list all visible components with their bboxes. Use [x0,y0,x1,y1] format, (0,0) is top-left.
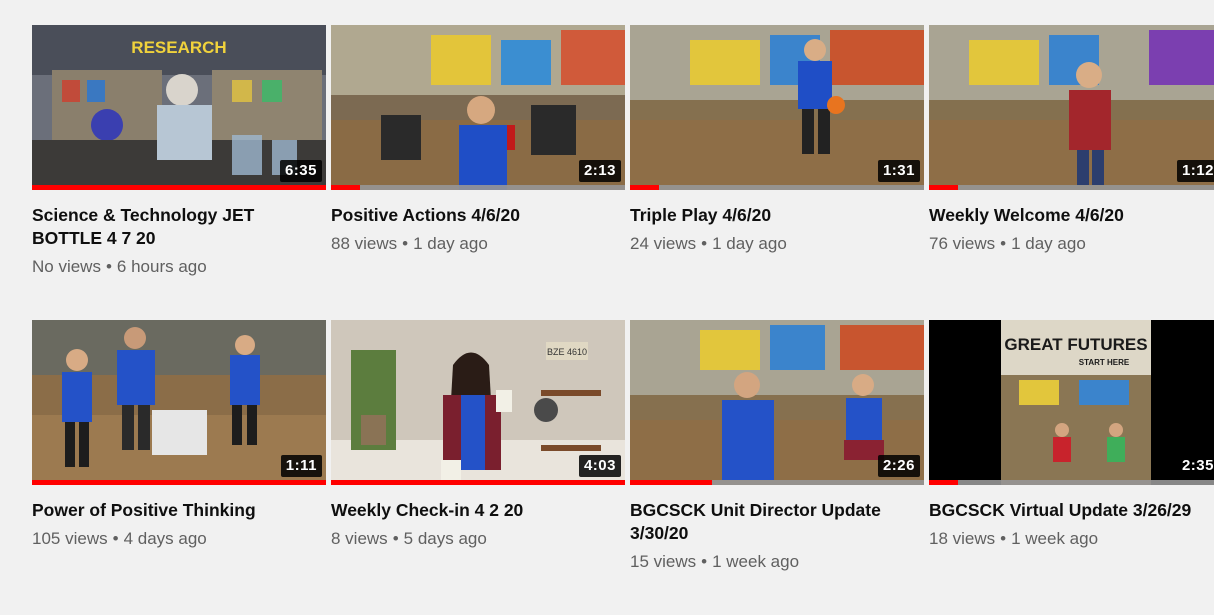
view-count: 88 views [331,234,398,253]
watch-progress-fill [32,480,326,485]
watch-progress [929,185,1214,190]
video-meta: 24 views • 1 day ago [630,234,787,253]
video-thumbnail[interactable]: 2:13 [331,25,625,190]
thumbnail-image: GREAT FUTURES START HERE [929,320,1214,485]
watch-progress [331,185,625,190]
watch-progress-fill [929,480,959,485]
watch-progress-fill [331,480,625,485]
upload-age: 5 days ago [403,529,487,548]
video-title[interactable]: Triple Play 4/6/20 [630,204,910,227]
video-meta: 8 views • 5 days ago [331,529,487,548]
watch-progress-fill [331,185,361,190]
duration-badge: 2:13 [578,160,621,182]
thumbnail-image [929,25,1214,190]
upload-age: 1 day ago [413,234,488,253]
view-count: 18 views [929,529,996,548]
view-count: 105 views [32,529,108,548]
watch-progress-fill [630,185,660,190]
watch-progress [32,185,326,190]
upload-age: 1 day ago [712,234,787,253]
view-count: 24 views [630,234,697,253]
video-meta: No views • 6 hours ago [32,257,207,276]
video-meta: 15 views • 1 week ago [630,552,800,571]
view-count: 15 views [630,552,697,571]
video-card[interactable]: RESEARCH 6:35 Science & Technology JET B… [32,25,326,320]
watch-progress [929,480,1214,485]
duration-badge: 1:31 [877,160,920,182]
duration-badge: 2:35 [1176,455,1214,477]
plate-text: BZE 4610 [547,347,587,357]
video-thumbnail[interactable]: GREAT FUTURES START HERE 2:35 [929,320,1214,485]
video-thumbnail[interactable]: 1:12 [929,25,1214,190]
video-title[interactable]: BGCSCK Unit Director Update 3/30/20 [630,499,910,545]
video-title[interactable]: BGCSCK Virtual Update 3/26/29 [929,499,1209,522]
view-count: 76 views [929,234,996,253]
start-here-text: START HERE [1079,358,1130,367]
video-thumbnail[interactable]: 1:11 [32,320,326,485]
great-futures-text: GREAT FUTURES [1004,335,1147,354]
video-thumbnail[interactable]: 1:31 [630,25,924,190]
watch-progress [630,480,924,485]
video-title[interactable]: Weekly Check-in 4 2 20 [331,499,611,522]
video-thumbnail[interactable]: BZE 4610 4:03 [331,320,625,485]
watch-progress [630,185,924,190]
watch-progress [331,480,625,485]
duration-badge: 1:11 [280,455,322,477]
duration-badge: 4:03 [578,455,621,477]
upload-age: 1 week ago [1011,529,1099,548]
video-meta: 88 views • 1 day ago [331,234,488,253]
duration-badge: 2:26 [877,455,920,477]
video-meta: 76 views • 1 day ago [929,234,1086,253]
video-meta: 105 views • 4 days ago [32,529,207,548]
watch-progress-fill [32,185,326,190]
watch-progress [32,480,326,485]
duration-badge: 1:12 [1176,160,1214,182]
video-title[interactable]: Power of Positive Thinking [32,499,312,522]
video-thumbnail[interactable]: 2:26 [630,320,924,485]
video-title[interactable]: Weekly Welcome 4/6/20 [929,204,1209,227]
research-banner-text: RESEARCH [131,38,226,57]
upload-age: 6 hours ago [116,257,207,276]
upload-age: 1 week ago [712,552,800,571]
video-meta: 18 views • 1 week ago [929,529,1099,548]
video-card[interactable]: 1:31 Triple Play 4/6/20 24 views • 1 day a… [630,25,924,320]
video-card[interactable]: 2:13 Positive Actions 4/6/20 88 views • 1 … [331,25,625,320]
view-count: No views [32,257,101,276]
watch-progress-fill [630,480,713,485]
watch-progress-fill [929,185,959,190]
upload-age: 1 day ago [1011,234,1086,253]
upload-age: 4 days ago [123,529,207,548]
video-grid: RESEARCH 6:35 Science & Technology JET B… [32,25,1214,615]
video-thumbnail[interactable]: RESEARCH 6:35 [32,25,326,190]
duration-badge: 6:35 [279,160,322,182]
video-title[interactable]: Positive Actions 4/6/20 [331,204,611,227]
video-card[interactable]: 1:12 Weekly Welcome 4/6/20 76 views • 1 da… [929,25,1214,320]
view-count: 8 views [331,529,388,548]
video-title[interactable]: Science & Technology JET BOTTLE 4 7 20 [32,204,312,250]
